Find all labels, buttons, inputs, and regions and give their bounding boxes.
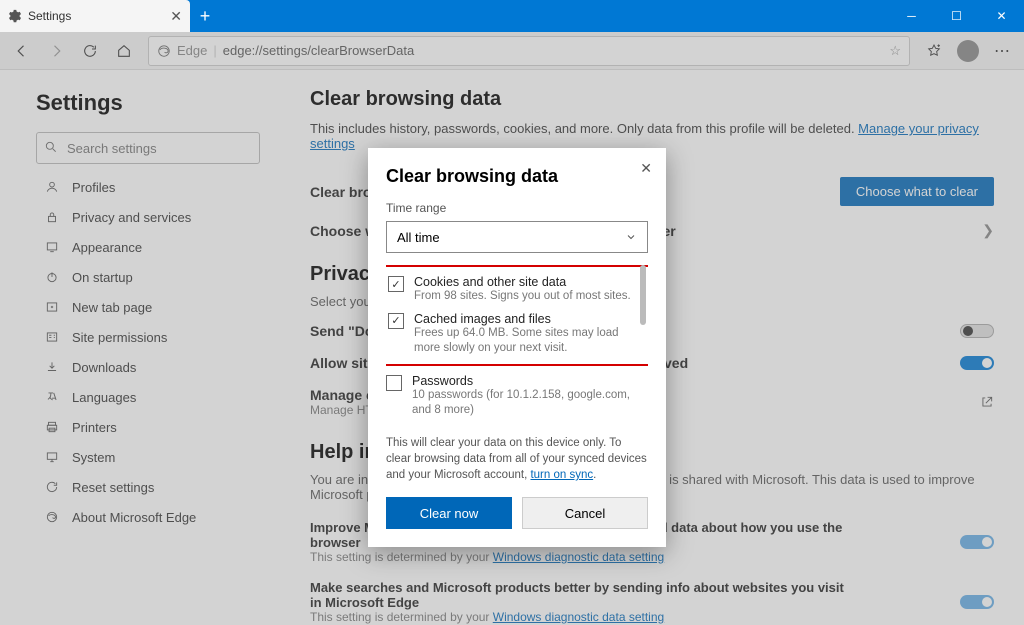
checkbox-passwords[interactable]: Passwords10 passwords (for 10.1.2.158, g… (386, 370, 644, 422)
chevron-down-icon (625, 231, 637, 243)
checkbox-cache[interactable]: Cached images and filesFrees up 64.0 MB.… (388, 308, 642, 360)
minimize-button[interactable]: ─ (889, 0, 934, 32)
maximize-button[interactable]: ☐ (934, 0, 979, 32)
dialog-close-button[interactable]: ✕ (640, 160, 652, 177)
gear-icon (8, 9, 22, 23)
tab-close-button[interactable]: ✕ (170, 8, 182, 25)
highlighted-options: Cookies and other site dataFrom 98 sites… (386, 265, 648, 366)
sync-disclaimer: This will clear your data on this device… (386, 435, 648, 483)
dialog-title: Clear browsing data (386, 166, 648, 187)
cancel-button[interactable]: Cancel (522, 497, 648, 529)
checkbox-icon (388, 313, 404, 329)
time-range-select[interactable]: All time (386, 221, 648, 253)
browser-tab[interactable]: Settings ✕ (0, 0, 190, 32)
checkbox-cookies[interactable]: Cookies and other site dataFrom 98 sites… (388, 271, 642, 308)
clear-now-button[interactable]: Clear now (386, 497, 512, 529)
time-range-label: Time range (386, 201, 648, 215)
turn-on-sync-link[interactable]: turn on sync (530, 469, 593, 481)
new-tab-button[interactable]: + (190, 0, 220, 32)
close-window-button[interactable]: ✕ (979, 0, 1024, 32)
scrollbar-thumb[interactable] (640, 265, 646, 325)
tab-title: Settings (28, 9, 71, 23)
clear-data-dialog: ✕ Clear browsing data Time range All tim… (368, 148, 666, 547)
checkbox-autofill[interactable]: Autofill form data (includes forms and c… (386, 422, 644, 423)
checkbox-icon (386, 375, 402, 391)
checkbox-icon (388, 276, 404, 292)
